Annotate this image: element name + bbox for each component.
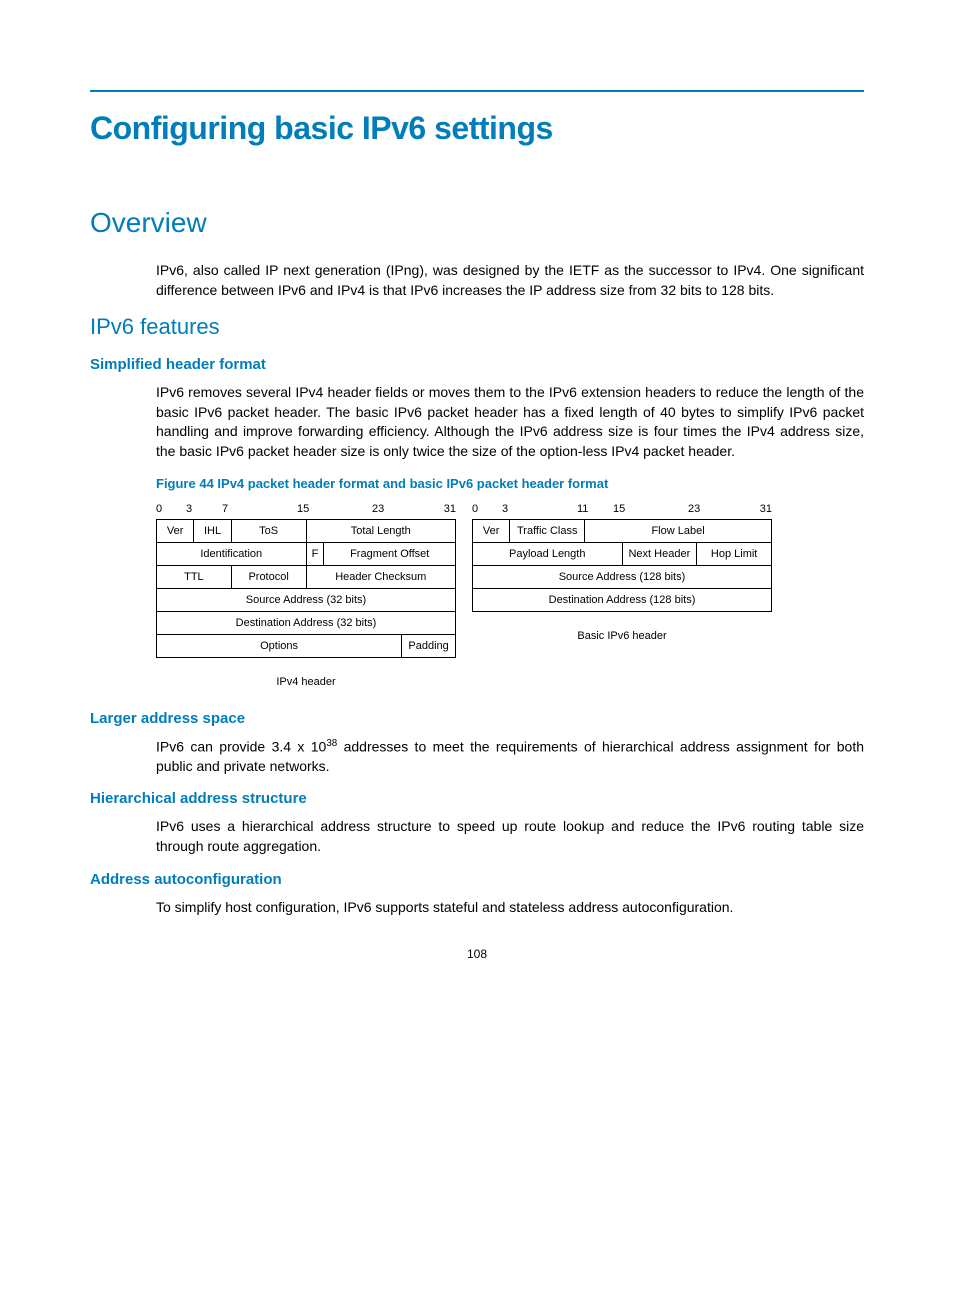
ipv4-ident: Identification xyxy=(157,542,307,565)
ipv6-hl: Hop Limit xyxy=(697,542,772,565)
page-number: 108 xyxy=(90,947,864,961)
auto-paragraph: To simplify host configuration, IPv6 sup… xyxy=(156,898,864,918)
ipv6-pl: Payload Length xyxy=(473,542,623,565)
ipv6-src: Source Address (128 bits) xyxy=(473,565,772,588)
ipv6-bit-ruler: 0 3 11 15 23 31 xyxy=(472,503,772,517)
heading-features: IPv6 features xyxy=(90,314,864,340)
ipv4-f: F xyxy=(306,542,324,565)
ipv6-caption: Basic IPv6 header xyxy=(472,630,772,642)
page-title: Configuring basic IPv6 settings xyxy=(90,110,864,147)
ipv4-column: 0 3 7 15 23 31 Ver IHL ToS xyxy=(156,503,456,688)
simplified-paragraph: IPv6 removes several IPv4 header fields … xyxy=(156,383,864,461)
heading-overview: Overview xyxy=(90,207,864,239)
larger-paragraph: IPv6 can provide 3.4 x 1038 addresses to… xyxy=(156,737,864,777)
heading-simplified: Simplified header format xyxy=(90,356,864,373)
ipv6-header-table: Ver Traffic Class Flow Label Payload Len… xyxy=(472,519,772,612)
overview-paragraph: IPv6, also called IP next generation (IP… xyxy=(156,261,864,300)
ipv4-ihl: IHL xyxy=(194,519,231,542)
ipv4-bit-ruler: 0 3 7 15 23 31 xyxy=(156,503,456,517)
hier-paragraph: IPv6 uses a hierarchical address structu… xyxy=(156,817,864,856)
ipv6-nh: Next Header xyxy=(622,542,697,565)
ipv4-proto: Protocol xyxy=(231,565,306,588)
ipv6-flow: Flow Label xyxy=(585,519,772,542)
figure-caption: Figure 44 IPv4 packet header format and … xyxy=(156,476,864,491)
ipv4-chk: Header Checksum xyxy=(306,565,456,588)
ipv4-tos: ToS xyxy=(231,519,306,542)
heading-hier: Hierarchical address structure xyxy=(90,790,864,807)
ipv4-dst: Destination Address (32 bits) xyxy=(157,611,456,634)
ipv6-column: 0 3 11 15 23 31 Ver Traffic Class Flo xyxy=(472,503,772,642)
ipv4-frag: Fragment Offset xyxy=(324,542,456,565)
ipv4-ttl: TTL xyxy=(157,565,232,588)
ipv4-caption: IPv4 header xyxy=(156,676,456,688)
ipv6-ver: Ver xyxy=(473,519,510,542)
header-diagram: 0 3 7 15 23 31 Ver IHL ToS xyxy=(156,503,864,688)
ipv6-dst: Destination Address (128 bits) xyxy=(473,588,772,611)
heading-larger: Larger address space xyxy=(90,710,864,727)
ipv4-opt: Options xyxy=(157,634,402,657)
top-rule xyxy=(90,90,864,92)
heading-auto: Address autoconfiguration xyxy=(90,871,864,888)
ipv4-ver: Ver xyxy=(157,519,194,542)
ipv4-header-table: Ver IHL ToS Total Length Identification … xyxy=(156,519,456,658)
ipv4-pad: Padding xyxy=(402,634,456,657)
ipv4-total: Total Length xyxy=(306,519,456,542)
ipv4-src: Source Address (32 bits) xyxy=(157,588,456,611)
ipv6-tc: Traffic Class xyxy=(510,519,585,542)
